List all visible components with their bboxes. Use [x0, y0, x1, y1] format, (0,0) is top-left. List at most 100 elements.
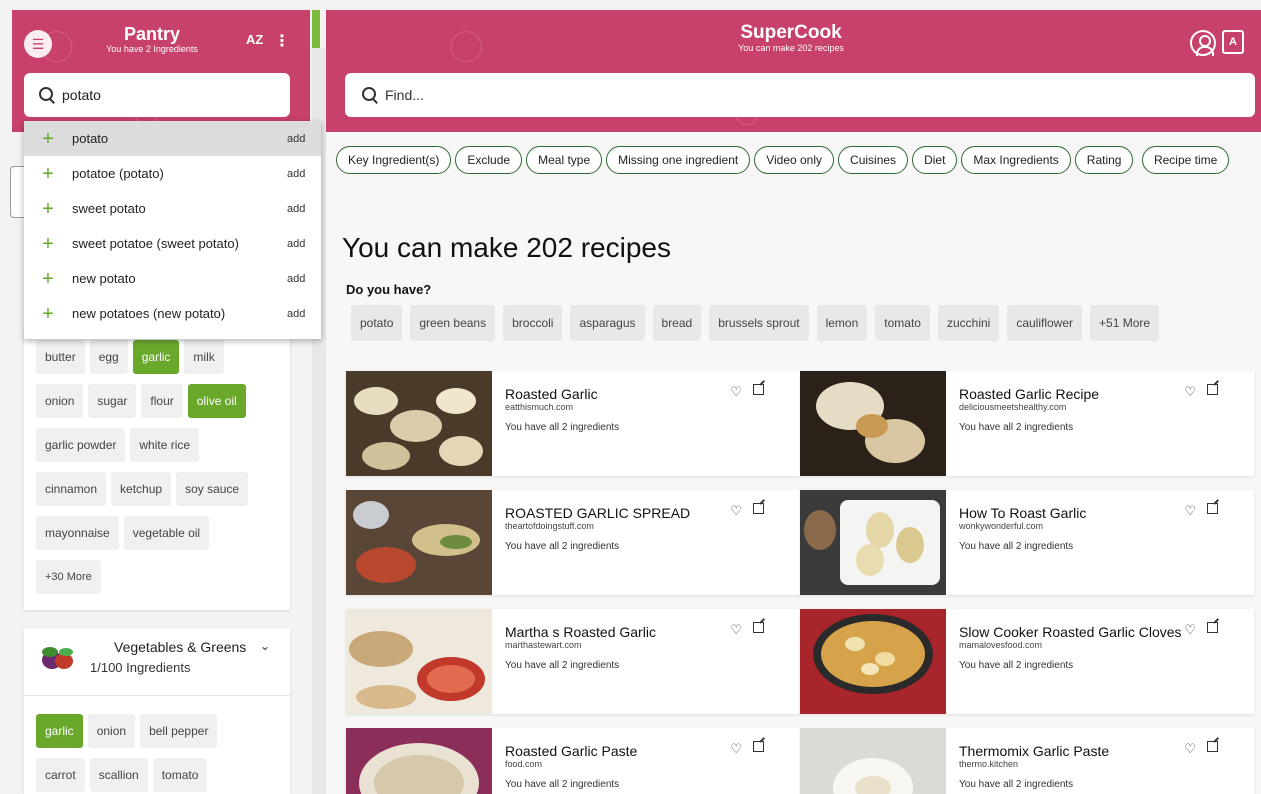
heart-icon[interactable]: ♡ [730, 384, 742, 400]
more-suggestions-button[interactable]: +51 More [1090, 305, 1160, 341]
heart-icon[interactable]: ♡ [730, 503, 742, 519]
more-ingredients-button[interactable]: +30 More [36, 560, 101, 594]
suggestion-add[interactable]: add [287, 133, 321, 145]
suggested-chip[interactable]: green beans [410, 305, 496, 341]
suggestion-item[interactable]: + new potato add [24, 261, 321, 296]
recipe-card[interactable]: Martha s Roasted Garlic marthastewart.co… [346, 609, 800, 714]
heart-icon[interactable]: ♡ [1184, 741, 1196, 757]
ingredient-chip[interactable]: flour [141, 384, 183, 418]
external-link-icon[interactable] [1207, 622, 1218, 633]
ingredient-chip-selected[interactable]: olive oil [187, 384, 246, 418]
ingredient-chip[interactable]: onion [87, 714, 136, 748]
pantry-search-input[interactable]: potato [24, 73, 290, 117]
recipe-card[interactable]: Slow Cooker Roasted Garlic Cloves mamalo… [800, 609, 1254, 714]
scrollbar-thumb[interactable] [312, 10, 320, 48]
suggested-chip[interactable]: bread [652, 305, 702, 341]
ingredient-chip[interactable]: butter [36, 340, 85, 374]
external-link-icon[interactable] [1207, 503, 1218, 514]
heart-icon[interactable]: ♡ [730, 741, 742, 757]
ingredient-chip[interactable]: soy sauce [176, 472, 249, 506]
user-icon[interactable] [1190, 30, 1216, 56]
heart-icon[interactable]: ♡ [1184, 503, 1196, 519]
suggested-chip[interactable]: broccoli [503, 305, 563, 341]
recipe-title[interactable]: Thermomix Garlic Paste [959, 743, 1109, 759]
chevron-down-icon[interactable]: ⌄ [260, 639, 270, 653]
ingredient-chip[interactable]: tomato [152, 758, 208, 792]
heart-icon[interactable]: ♡ [1184, 384, 1196, 400]
filter-video-only[interactable]: Video only [754, 146, 835, 174]
suggestion-add[interactable]: add [287, 203, 321, 215]
ingredient-chip[interactable]: milk [184, 340, 224, 374]
sort-az-icon[interactable]: AZ [246, 32, 263, 47]
suggestion-add[interactable]: add [287, 273, 321, 285]
suggested-chip[interactable]: cauliflower [1007, 305, 1083, 341]
external-link-icon[interactable] [753, 622, 764, 633]
suggested-chip[interactable]: brussels sprout [709, 305, 809, 341]
menu-icon[interactable]: ☰ [24, 30, 52, 58]
translate-icon[interactable]: A [1222, 30, 1244, 54]
ingredient-chip[interactable]: egg [89, 340, 128, 374]
filter-exclude[interactable]: Exclude [455, 146, 523, 174]
filter-max-ingredients[interactable]: Max Ingredients [961, 146, 1071, 174]
filter-diet[interactable]: Diet [912, 146, 958, 174]
external-link-icon[interactable] [1207, 384, 1218, 395]
external-link-icon[interactable] [1207, 741, 1218, 752]
recipe-image[interactable] [346, 728, 492, 794]
recipe-search-input[interactable]: Find... [345, 73, 1255, 117]
recipe-card[interactable]: Roasted Garlic Paste food.com You have a… [346, 728, 800, 794]
recipe-image[interactable] [800, 609, 946, 714]
ingredient-chip[interactable]: scallion [89, 758, 148, 792]
suggested-chip[interactable]: lemon [816, 305, 868, 341]
recipe-card[interactable]: Roasted Garlic Recipe deliciousmeetsheal… [800, 371, 1254, 476]
suggestion-add[interactable]: add [287, 168, 321, 180]
recipe-title[interactable]: ROASTED GARLIC SPREAD [505, 505, 690, 521]
recipe-title[interactable]: Martha s Roasted Garlic [505, 624, 656, 640]
recipe-card[interactable]: How To Roast Garlic wonkywonderful.com Y… [800, 490, 1254, 595]
heart-icon[interactable]: ♡ [730, 622, 742, 638]
suggestion-item[interactable]: + potatoe (potato) add [24, 156, 321, 191]
ingredient-chip[interactable]: mayonnaise [36, 516, 119, 550]
recipe-image[interactable] [800, 371, 946, 476]
recipe-card[interactable]: Thermomix Garlic Paste thermo.kitchen Yo… [800, 728, 1254, 794]
ingredient-chip[interactable]: white rice [130, 428, 200, 462]
recipe-title[interactable]: Slow Cooker Roasted Garlic Cloves [959, 624, 1182, 640]
recipe-card[interactable]: ROASTED GARLIC SPREAD theartofdoingstuff… [346, 490, 800, 595]
ingredient-chip[interactable]: bell pepper [140, 714, 218, 748]
filter-missing-one[interactable]: Missing one ingredient [606, 146, 751, 174]
ingredient-chip[interactable]: vegetable oil [123, 516, 210, 550]
recipe-image[interactable] [346, 609, 492, 714]
ingredient-chip[interactable]: sugar [88, 384, 137, 418]
ingredient-chip[interactable]: cinnamon [36, 472, 107, 506]
suggestion-add[interactable]: add [287, 308, 321, 320]
recipe-image[interactable] [346, 371, 492, 476]
filter-recipe-time[interactable]: Recipe time [1141, 146, 1230, 174]
ingredient-chip[interactable]: onion [36, 384, 84, 418]
suggestion-add[interactable]: add [287, 238, 321, 250]
suggestion-item[interactable]: + sweet potato add [24, 191, 321, 226]
ingredient-chip[interactable]: ketchup [111, 472, 172, 506]
recipe-title[interactable]: Roasted Garlic [505, 386, 598, 402]
supercook-logo[interactable]: SuperCook You can make 202 recipes [711, 22, 871, 54]
recipe-image[interactable] [346, 490, 492, 595]
filter-rating[interactable]: Rating [1074, 146, 1134, 174]
suggested-chip[interactable]: zucchini [937, 305, 1000, 341]
filter-meal-type[interactable]: Meal type [526, 146, 603, 174]
suggestion-item[interactable]: + new potatoes (new potato) add [24, 296, 321, 331]
more-vert-icon[interactable]: ⋮ [274, 31, 290, 51]
recipe-title[interactable]: Roasted Garlic Recipe [959, 386, 1099, 402]
filter-cuisines[interactable]: Cuisines [838, 146, 909, 174]
suggested-chip[interactable]: asparagus [570, 305, 645, 341]
filter-key-ingredients[interactable]: Key Ingredient(s) [336, 146, 452, 174]
vegetables-header[interactable]: Vegetables & Greens ⌄ 1/100 Ingredients [24, 628, 290, 696]
recipe-image[interactable] [800, 728, 946, 794]
recipe-title[interactable]: How To Roast Garlic [959, 505, 1086, 521]
suggested-chip[interactable]: tomato [875, 305, 930, 341]
heart-icon[interactable]: ♡ [1184, 622, 1196, 638]
ingredient-chip-selected[interactable]: garlic [36, 714, 83, 748]
external-link-icon[interactable] [753, 741, 764, 752]
recipe-title[interactable]: Roasted Garlic Paste [505, 743, 637, 759]
ingredient-chip[interactable]: carrot [36, 758, 85, 792]
external-link-icon[interactable] [753, 503, 764, 514]
suggestion-item[interactable]: + potato add [24, 121, 321, 156]
recipe-image[interactable] [800, 490, 946, 595]
